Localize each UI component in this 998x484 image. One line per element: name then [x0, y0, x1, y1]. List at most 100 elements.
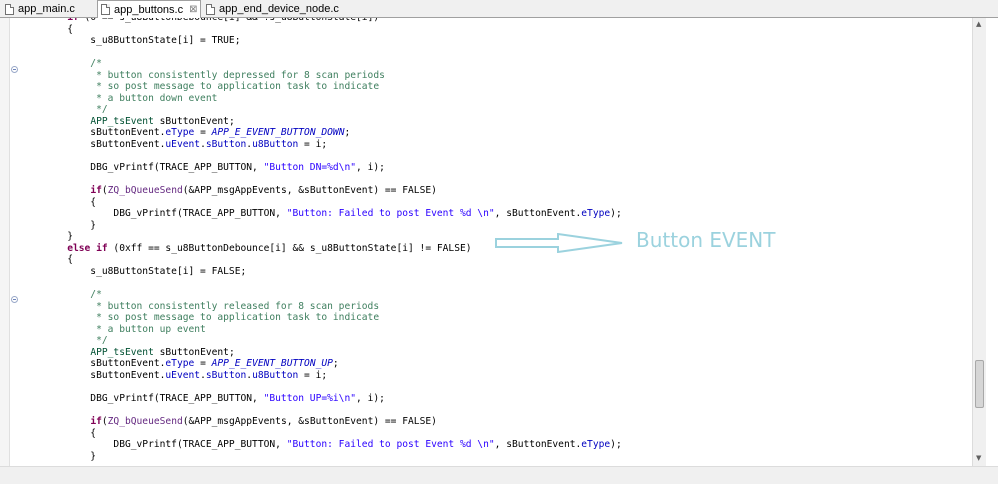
annotation-arrow — [495, 233, 623, 253]
tab-label: app_end_device_node.c — [219, 3, 339, 15]
code-token: APP_tsEvent — [90, 346, 154, 358]
fold-toggle-icon[interactable] — [11, 296, 18, 303]
code-token: DBG_vPrintf(TRACE_APP_BUTTON, — [21, 393, 264, 405]
code-token: { — [21, 23, 73, 35]
code-line[interactable]: sButtonEvent.uEvent.sButton.u8Button = i… — [21, 139, 622, 151]
code-line[interactable]: APP_tsEvent sButtonEvent; — [21, 116, 622, 128]
code-line[interactable]: * a button up event — [21, 324, 622, 336]
code-token: , i); — [356, 162, 385, 174]
code-token: * so post message to application task to… — [21, 312, 380, 324]
code-line[interactable]: * button consistently released for 8 sca… — [21, 301, 622, 313]
code-token: /* — [21, 58, 102, 70]
close-tab-icon[interactable]: ⊠ — [189, 4, 197, 15]
code-token: if — [90, 416, 102, 428]
code-line[interactable]: * button consistently depressed for 8 sc… — [21, 70, 622, 82]
code-token: } — [21, 231, 73, 243]
code-token: sButtonEvent; — [153, 346, 235, 358]
code-line[interactable]: * so post message to application task to… — [21, 312, 622, 324]
code-token: eType — [581, 439, 611, 451]
code-line[interactable] — [21, 151, 622, 163]
code-token: */ — [21, 104, 108, 116]
tab-label: app_buttons.c — [114, 3, 184, 16]
code-line[interactable]: s_u8ButtonState[i] = FALSE; — [21, 266, 622, 278]
code-token: DBG_vPrintf(TRACE_APP_BUTTON, — [21, 439, 287, 451]
code-line[interactable] — [21, 47, 622, 59]
code-line[interactable]: DBG_vPrintf(TRACE_APP_BUTTON, "Button DN… — [21, 162, 622, 174]
code-token: ); — [610, 208, 622, 220]
editor-left-ruler — [0, 18, 10, 466]
scroll-down-arrow-icon[interactable]: ▼ — [976, 454, 981, 462]
tab-app-main[interactable]: app_main.c — [2, 1, 97, 17]
tab-app-end-device-node[interactable]: app_end_device_node.c — [203, 1, 353, 17]
code-token: sButtonEvent. — [21, 127, 166, 139]
code-line[interactable]: sButtonEvent.uEvent.sButton.u8Button = i… — [21, 370, 622, 382]
fold-toggle-icon[interactable] — [11, 66, 18, 73]
code-editor[interactable]: if (0 == s_u8ButtonDebounce[i] && !s_u8B… — [0, 18, 972, 466]
code-token: , i); — [356, 393, 385, 405]
code-line[interactable]: APP_tsEvent sButtonEvent; — [21, 347, 622, 359]
code-token: ZQ_bQueueSend — [107, 416, 183, 428]
code-token: /* — [21, 289, 102, 301]
code-line[interactable]: /* — [21, 58, 622, 70]
code-token: else if — [67, 242, 108, 254]
code-line[interactable] — [21, 278, 622, 290]
tab-label: app_main.c — [18, 3, 75, 15]
scroll-up-arrow-icon[interactable]: ▲ — [976, 20, 981, 28]
code-line[interactable]: DBG_vPrintf(TRACE_APP_BUTTON, "Button: F… — [21, 439, 622, 451]
code-token: sButtonEvent. — [21, 358, 166, 370]
code-token: * button consistently released for 8 sca… — [21, 300, 380, 312]
code-token: sButton — [205, 369, 247, 381]
code-token: "Button UP=%i\n" — [263, 393, 357, 405]
code-token: if — [67, 18, 79, 23]
code-line[interactable]: { — [21, 197, 622, 209]
c-file-icon — [5, 3, 14, 15]
horizontal-scrollbar[interactable] — [0, 466, 998, 484]
code-token: { — [21, 196, 97, 208]
code-token: sButton — [205, 139, 247, 151]
code-token: { — [21, 254, 73, 266]
code-line[interactable]: * a button down event — [21, 93, 622, 105]
code-token: = i; — [298, 139, 328, 151]
code-line[interactable] — [21, 174, 622, 186]
code-line[interactable]: sButtonEvent.eType = APP_E_EVENT_BUTTON_… — [21, 127, 622, 139]
code-token: "Button: Failed to post Event %d \n" — [286, 208, 495, 220]
code-line[interactable]: */ — [21, 104, 622, 116]
code-line[interactable]: sButtonEvent.eType = APP_E_EVENT_BUTTON_… — [21, 358, 622, 370]
code-token: uEvent — [165, 139, 201, 151]
code-line[interactable]: { — [21, 428, 622, 440]
code-token: eType — [165, 127, 195, 139]
code-line[interactable]: } — [21, 220, 622, 232]
code-token: (&APP_msgAppEvents, &sButtonEvent) == FA… — [182, 416, 437, 428]
code-line[interactable]: */ — [21, 335, 622, 347]
code-token: , sButtonEvent. — [494, 439, 582, 451]
code-token: "Button DN=%d\n" — [263, 162, 357, 174]
code-token: (&APP_msgAppEvents, &sButtonEvent) == FA… — [182, 185, 437, 197]
code-token: * button consistently depressed for 8 sc… — [21, 69, 385, 81]
vertical-scrollbar[interactable]: ▲ ▼ — [972, 18, 987, 466]
code-token: */ — [21, 335, 108, 347]
code-line[interactable]: s_u8ButtonState[i] = TRUE; — [21, 35, 622, 47]
code-token: ; — [344, 127, 351, 139]
vertical-scroll-thumb[interactable] — [975, 360, 984, 408]
code-token: ; — [332, 358, 339, 370]
code-line[interactable]: { — [21, 254, 622, 266]
code-line[interactable] — [21, 382, 622, 394]
code-line[interactable] — [21, 405, 622, 417]
code-line[interactable]: /* — [21, 289, 622, 301]
code-line[interactable]: } — [21, 451, 622, 463]
tab-app-buttons[interactable]: app_buttons.c ⊠ — [97, 0, 201, 18]
code-line[interactable]: DBG_vPrintf(TRACE_APP_BUTTON, "Button UP… — [21, 393, 622, 405]
code-line[interactable]: DBG_vPrintf(TRACE_APP_BUTTON, "Button: F… — [21, 208, 622, 220]
code-token: (0xff == s_u8ButtonDebounce[i] && s_u8Bu… — [107, 242, 472, 254]
code-line[interactable]: if(ZQ_bQueueSend(&APP_msgAppEvents, &sBu… — [21, 416, 622, 428]
code-line[interactable]: { — [21, 24, 622, 36]
code-line[interactable]: if(ZQ_bQueueSend(&APP_msgAppEvents, &sBu… — [21, 185, 622, 197]
code-line[interactable]: * so post message to application task to… — [21, 81, 622, 93]
code-token: u8Button — [252, 369, 299, 381]
code-token: eType — [165, 358, 195, 370]
code-token: ); — [610, 439, 622, 451]
c-file-icon — [101, 4, 110, 15]
code-token: = — [194, 127, 212, 139]
